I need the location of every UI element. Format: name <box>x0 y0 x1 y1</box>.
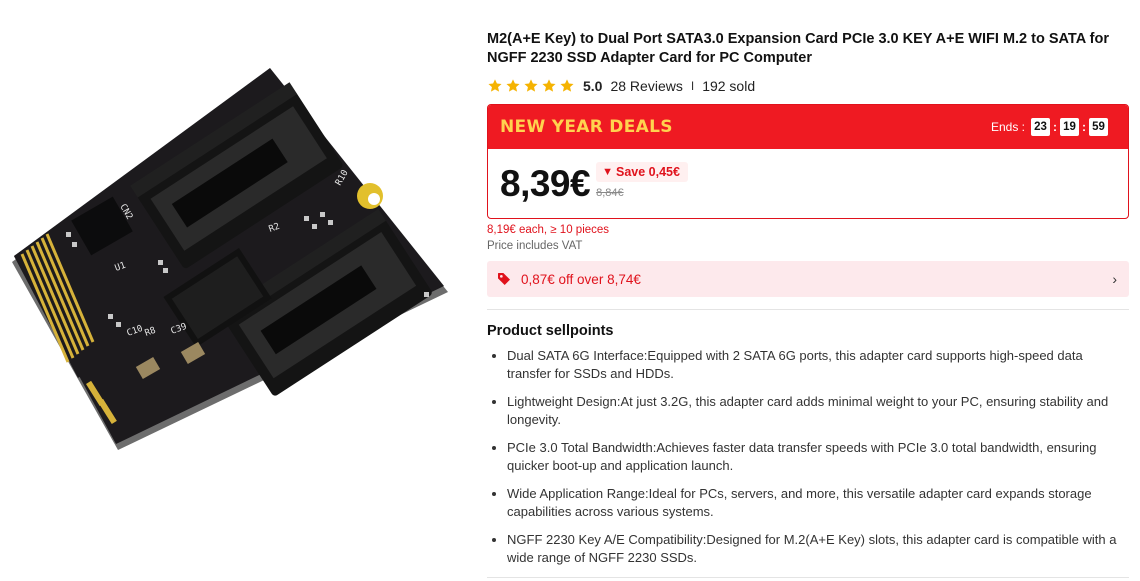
countdown-colon: : <box>1053 120 1057 134</box>
rating-row: 5.0 28 Reviews I 192 sold <box>487 75 1129 97</box>
bulk-price: 8,19€ each, ≥ 10 pieces <box>487 224 610 236</box>
star-icon <box>560 79 574 92</box>
countdown-hours: 23 <box>1031 118 1050 136</box>
list-item: Lightweight Design:At just 3.2G, this ad… <box>507 393 1129 429</box>
list-item: Wide Application Range:Ideal for PCs, se… <box>507 485 1129 521</box>
countdown-seconds: 59 <box>1089 118 1108 136</box>
vat-note: Price includes VAT <box>487 240 583 252</box>
list-item: NGFF 2230 Key A/E Compatibility:Designed… <box>507 531 1129 567</box>
product-info: M2(A+E Key) to Dual Port SATA3.0 Expansi… <box>487 30 1129 577</box>
sellpoints-title: Product sellpoints <box>487 323 614 339</box>
countdown-colon: : <box>1082 120 1086 134</box>
product-title: M2(A+E Key) to Dual Port SATA3.0 Expansi… <box>487 31 1109 66</box>
product-image[interactable]: U1 C10 R8 C39 R2 R10 CN2 <box>8 66 458 456</box>
countdown-minutes: 19 <box>1060 118 1079 136</box>
sellpoints-list: Dual SATA 6G Interface:Equipped with 2 S… <box>487 347 1129 567</box>
list-item: Dual SATA 6G Interface:Equipped with 2 S… <box>507 347 1129 383</box>
rating-stars[interactable] <box>487 78 575 94</box>
deal-label: NEW YEAR DEALS <box>500 117 673 137</box>
deal-body: 8,39€ ▼ Save 0,45€ 8,84€ <box>488 149 1128 218</box>
deal-header: NEW YEAR DEALS Ends : 23 : 19 : 59 <box>488 105 1128 149</box>
star-icon <box>488 79 502 92</box>
separator: I <box>690 79 695 93</box>
save-amount: Save 0,45€ <box>615 165 680 179</box>
save-badge: ▼ Save 0,45€ <box>596 162 688 182</box>
rating-score: 5.0 <box>583 78 603 94</box>
original-price: 8,84€ <box>596 187 624 199</box>
down-arrow-icon: ▼ <box>602 166 613 178</box>
current-price: 8,39€ <box>500 162 591 204</box>
coupon-label: 0,87€ off over 8,74€ <box>521 271 641 287</box>
chevron-right-icon: › <box>1112 271 1117 287</box>
list-item: PCIe 3.0 Total Bandwidth:Achieves faster… <box>507 439 1129 475</box>
star-icon <box>524 79 538 92</box>
star-icon <box>506 79 520 92</box>
reviews-link[interactable]: 28 Reviews <box>610 78 682 94</box>
divider <box>487 577 1129 578</box>
countdown-label: Ends : <box>990 120 1025 134</box>
countdown: Ends : 23 : 19 : 59 <box>991 118 1108 136</box>
deal-box: NEW YEAR DEALS Ends : 23 : 19 : 59 8,39€… <box>487 104 1129 219</box>
star-icon <box>542 79 556 92</box>
coupon-banner[interactable]: 0,87€ off over 8,74€ › <box>487 261 1129 297</box>
divider <box>487 309 1129 310</box>
product-gallery: U1 C10 R8 C39 R2 R10 CN2 <box>0 0 470 581</box>
tag-icon <box>498 273 510 285</box>
savings: ▼ Save 0,45€ 8,84€ <box>596 162 688 199</box>
sold-count: 192 sold <box>702 78 756 94</box>
